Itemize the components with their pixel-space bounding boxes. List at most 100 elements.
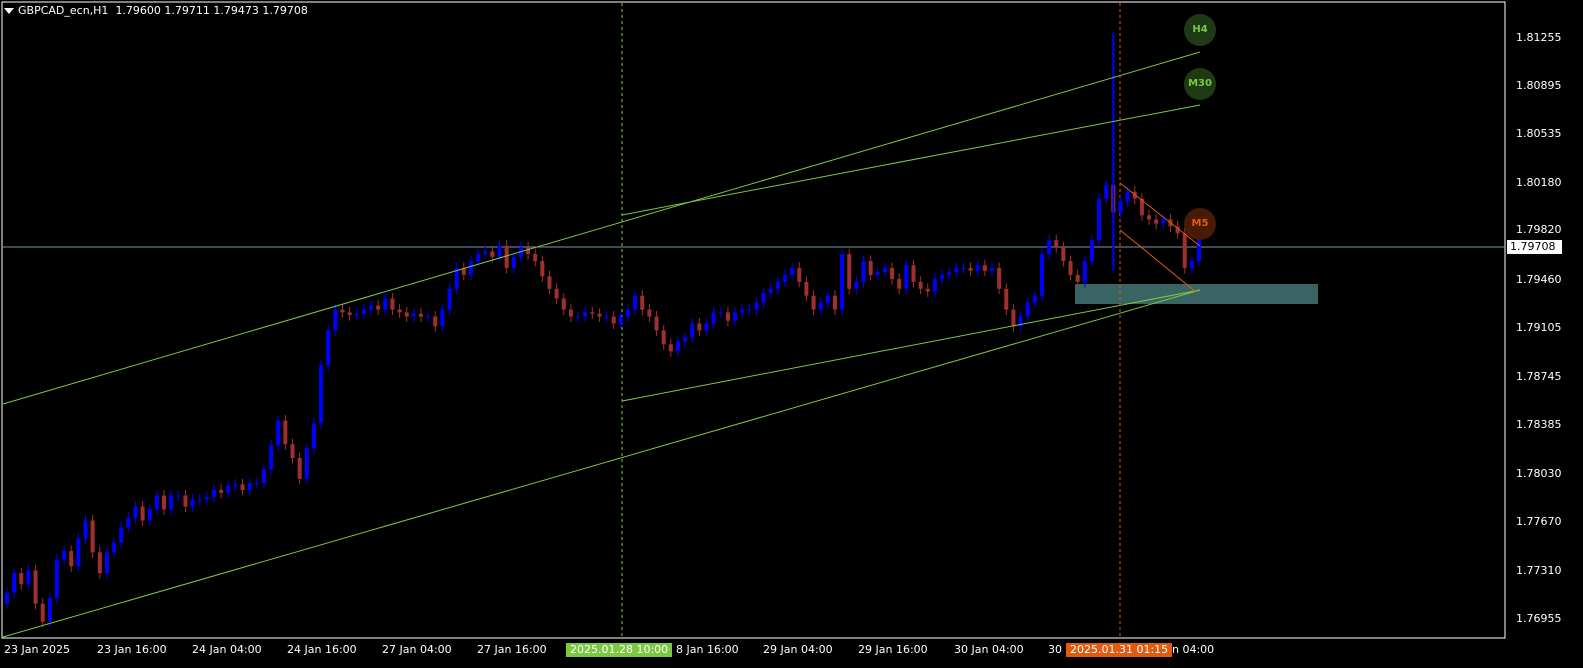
price-tick: 1.78385: [1516, 418, 1562, 431]
candle: [1011, 304, 1016, 332]
candle-body: [283, 420, 288, 445]
candle: [176, 489, 181, 502]
candle-body: [1089, 240, 1094, 262]
candle: [1004, 283, 1009, 316]
candle-body: [868, 261, 873, 275]
candle: [947, 266, 952, 281]
candle: [533, 248, 538, 267]
candle-body: [554, 288, 559, 299]
candle-body: [354, 313, 359, 316]
candle-body: [126, 517, 131, 528]
candle: [5, 587, 9, 610]
candle: [668, 338, 673, 357]
candle-body: [1054, 240, 1059, 248]
candle: [126, 512, 131, 533]
candle: [918, 276, 923, 295]
candle: [1047, 234, 1052, 260]
candle: [183, 489, 188, 513]
candle: [340, 304, 345, 318]
candle: [190, 494, 195, 513]
current-price-tag: 1.79708: [1507, 240, 1562, 254]
candle: [297, 452, 302, 485]
candle: [504, 240, 509, 274]
candle: [811, 290, 816, 316]
candle-body: [104, 552, 109, 574]
candle: [576, 310, 581, 323]
candle-body: [954, 267, 959, 273]
candle: [426, 310, 431, 323]
candle: [247, 477, 252, 496]
candle-body: [211, 489, 216, 497]
candle-body: [1011, 309, 1016, 327]
candle-body: [725, 312, 730, 321]
candle-body: [740, 309, 745, 313]
candle: [69, 545, 74, 572]
candle-body: [404, 312, 409, 317]
candle-body: [76, 538, 81, 567]
candle: [711, 306, 716, 330]
support-zone[interactable]: [1075, 284, 1318, 304]
candles-group: [5, 33, 1201, 628]
candle-body: [982, 265, 987, 271]
candle: [1039, 248, 1044, 302]
candle: [347, 306, 352, 321]
candle-body: [1161, 219, 1166, 224]
candle-body: [697, 323, 702, 331]
candle: [261, 463, 266, 489]
price-tick: 1.78030: [1516, 467, 1562, 480]
candle-body: [733, 312, 738, 321]
candle: [697, 317, 702, 336]
candle: [611, 310, 616, 330]
candle-body: [790, 267, 795, 275]
candle-body: [1075, 274, 1080, 282]
m5-badge[interactable]: M5: [1184, 208, 1216, 240]
h4-badge[interactable]: H4: [1184, 14, 1216, 46]
time-tick: 27 Jan 16:00: [477, 643, 547, 656]
candle: [83, 514, 88, 545]
candle-body: [1104, 184, 1109, 199]
candle-body: [169, 495, 174, 510]
time-tick: 24 Jan 16:00: [287, 643, 357, 656]
candle: [818, 297, 823, 316]
collapse-triangle-icon[interactable]: [4, 8, 14, 14]
candle-body: [254, 483, 259, 485]
time-tick: 29 Jan 04:00: [763, 643, 833, 656]
candle-body: [490, 251, 495, 257]
candle: [112, 537, 117, 558]
candle: [890, 262, 895, 285]
trendline-m30-lower[interactable]: [621, 289, 1201, 402]
candle: [219, 484, 224, 499]
candle: [211, 484, 216, 503]
trendline-h4-lower[interactable]: [2, 289, 1201, 638]
green-vline-label: 2025.01.28 10:00: [566, 643, 673, 657]
candle-body: [97, 552, 102, 574]
candle-body: [319, 365, 324, 424]
candle-body: [547, 276, 552, 289]
m30-badge[interactable]: M30: [1184, 68, 1216, 100]
candle: [76, 532, 81, 572]
candle-body: [47, 598, 52, 622]
candle: [1025, 297, 1030, 323]
price-chart[interactable]: [0, 0, 1583, 668]
candle-body: [1068, 261, 1073, 275]
trendline-h4-upper[interactable]: [2, 51, 1201, 405]
candle: [269, 440, 274, 475]
candle-body: [411, 313, 416, 317]
candle-body: [383, 298, 388, 310]
candle-body: [440, 309, 445, 327]
candle-body: [426, 316, 431, 318]
candle-body: [947, 272, 952, 275]
candle: [19, 567, 24, 590]
candle-body: [940, 274, 945, 280]
candle: [140, 501, 145, 527]
price-tick: 1.79460: [1516, 273, 1562, 286]
candle: [383, 292, 388, 316]
candle: [618, 310, 623, 330]
candle: [90, 514, 95, 558]
candle: [625, 304, 630, 323]
price-tick: 1.77670: [1516, 515, 1562, 528]
candle-body: [311, 423, 316, 449]
candle: [1032, 290, 1037, 309]
candle: [547, 270, 552, 295]
candle: [376, 299, 381, 316]
